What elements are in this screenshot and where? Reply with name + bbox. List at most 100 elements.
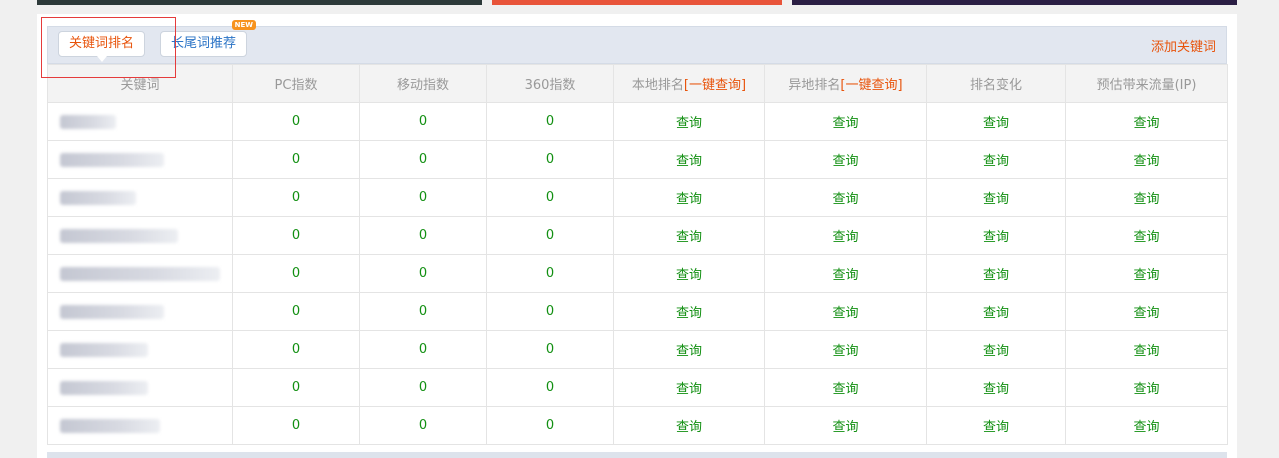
table-row: 0 0 0 查询 查询 查询 查询	[47, 406, 1228, 445]
pc-index-cell: 0	[232, 178, 360, 217]
360-index-cell: 0	[486, 330, 614, 369]
360-index-cell: 0	[486, 178, 614, 217]
banner-ad-middle[interactable]	[492, 0, 782, 5]
pc-index-cell: 0	[232, 292, 360, 331]
blurred-keyword	[60, 266, 220, 281]
header-rank-change: 排名变化	[926, 64, 1066, 103]
local-rank-query-link[interactable]: 查询	[613, 140, 765, 179]
rank-change-query-link[interactable]: 查询	[926, 216, 1066, 255]
traffic-query-link[interactable]: 查询	[1065, 368, 1228, 407]
remote-rank-query-all-link[interactable]: [一键查询]	[840, 78, 902, 93]
360-index-cell: 0	[486, 406, 614, 445]
table-row: 0 0 0 查询 查询 查询 查询	[47, 140, 1228, 179]
remote-rank-query-link[interactable]: 查询	[764, 292, 927, 331]
mobile-index-cell: 0	[359, 406, 487, 445]
tab-keyword-ranking[interactable]: 关键词排名	[58, 31, 146, 62]
remote-rank-query-link[interactable]: 查询	[764, 330, 927, 369]
keyword-ranking-panel: 关键词排名 长尾词推荐 NEW 添加关键词 关键词 PC指数 移动指数 360指…	[37, 14, 1237, 458]
traffic-query-link[interactable]: 查询	[1065, 140, 1228, 179]
local-rank-query-link[interactable]: 查询	[613, 216, 765, 255]
table-row: 0 0 0 查询 查询 查询 查询	[47, 368, 1228, 407]
traffic-query-link[interactable]: 查询	[1065, 406, 1228, 445]
traffic-query-link[interactable]: 查询	[1065, 178, 1228, 217]
keyword-cell	[47, 254, 233, 293]
local-rank-query-link[interactable]: 查询	[613, 292, 765, 331]
header-keyword: 关键词	[47, 64, 233, 103]
mobile-index-cell: 0	[359, 216, 487, 255]
header-remote-rank: 异地排名[一键查询]	[764, 64, 927, 103]
traffic-query-link[interactable]: 查询	[1065, 216, 1228, 255]
rank-change-query-link[interactable]: 查询	[926, 292, 1066, 331]
tab-longtail-recommend-label: 长尾词推荐	[171, 36, 237, 51]
traffic-query-link[interactable]: 查询	[1065, 102, 1228, 141]
rank-change-query-link[interactable]: 查询	[926, 368, 1066, 407]
local-rank-query-link[interactable]: 查询	[613, 368, 765, 407]
360-index-cell: 0	[486, 216, 614, 255]
local-rank-query-link[interactable]: 查询	[613, 178, 765, 217]
rank-change-query-link[interactable]: 查询	[926, 330, 1066, 369]
mobile-index-cell: 0	[359, 330, 487, 369]
keyword-cell	[47, 216, 233, 255]
blurred-keyword	[60, 380, 148, 395]
tab-longtail-recommend[interactable]: 长尾词推荐 NEW	[160, 20, 257, 57]
keyword-cell	[47, 368, 233, 407]
local-rank-query-link[interactable]: 查询	[613, 254, 765, 293]
table-row: 0 0 0 查询 查询 查询 查询	[47, 292, 1228, 331]
table-row: 0 0 0 查询 查询 查询 查询	[47, 178, 1228, 217]
360-index-cell: 0	[486, 102, 614, 141]
table-row: 0 0 0 查询 查询 查询 查询	[47, 102, 1228, 141]
remote-rank-query-link[interactable]: 查询	[764, 140, 927, 179]
blurred-keyword	[60, 418, 160, 433]
header-pc-index: PC指数	[232, 64, 360, 103]
banner-ad-right[interactable]	[792, 0, 1237, 5]
add-keyword-link[interactable]: 添加关键词	[1151, 36, 1216, 55]
mobile-index-cell: 0	[359, 292, 487, 331]
rank-change-query-link[interactable]: 查询	[926, 178, 1066, 217]
remote-rank-query-link[interactable]: 查询	[764, 368, 927, 407]
blurred-keyword	[60, 228, 178, 243]
pc-index-cell: 0	[232, 216, 360, 255]
local-rank-query-link[interactable]: 查询	[613, 406, 765, 445]
mobile-index-cell: 0	[359, 368, 487, 407]
remote-rank-query-link[interactable]: 查询	[764, 102, 927, 141]
pc-index-cell: 0	[232, 330, 360, 369]
keyword-cell	[47, 140, 233, 179]
rank-change-query-link[interactable]: 查询	[926, 254, 1066, 293]
blurred-keyword	[60, 114, 116, 129]
traffic-query-link[interactable]: 查询	[1065, 292, 1228, 331]
header-mobile-index: 移动指数	[359, 64, 487, 103]
keyword-table: 关键词 PC指数 移动指数 360指数 本地排名[一键查询] 异地排名[一键查询…	[47, 64, 1228, 445]
360-index-cell: 0	[486, 292, 614, 331]
remote-rank-query-link[interactable]: 查询	[764, 216, 927, 255]
table-header-row: 关键词 PC指数 移动指数 360指数 本地排名[一键查询] 异地排名[一键查询…	[47, 64, 1228, 103]
next-panel-edge	[47, 452, 1227, 458]
remote-rank-query-link[interactable]: 查询	[764, 254, 927, 293]
rank-change-query-link[interactable]: 查询	[926, 140, 1066, 179]
traffic-query-link[interactable]: 查询	[1065, 254, 1228, 293]
local-rank-query-all-link[interactable]: [一键查询]	[684, 78, 746, 93]
pc-index-cell: 0	[232, 368, 360, 407]
keyword-cell	[47, 406, 233, 445]
local-rank-query-link[interactable]: 查询	[613, 102, 765, 141]
keyword-cell	[47, 178, 233, 217]
top-banner-strip	[0, 0, 1279, 14]
remote-rank-query-link[interactable]: 查询	[764, 406, 927, 445]
traffic-query-link[interactable]: 查询	[1065, 330, 1228, 369]
keyword-cell	[47, 102, 233, 141]
rank-change-query-link[interactable]: 查询	[926, 406, 1066, 445]
blurred-keyword	[60, 190, 136, 205]
360-index-cell: 0	[486, 140, 614, 179]
banner-ad-left[interactable]	[37, 0, 482, 5]
pc-index-cell: 0	[232, 254, 360, 293]
360-index-cell: 0	[486, 368, 614, 407]
pc-index-cell: 0	[232, 406, 360, 445]
table-row: 0 0 0 查询 查询 查询 查询	[47, 254, 1228, 293]
local-rank-query-link[interactable]: 查询	[613, 330, 765, 369]
keyword-cell	[47, 330, 233, 369]
remote-rank-query-link[interactable]: 查询	[764, 178, 927, 217]
rank-change-query-link[interactable]: 查询	[926, 102, 1066, 141]
header-local-rank: 本地排名[一键查询]	[613, 64, 765, 103]
tab-bar: 关键词排名 长尾词推荐 NEW 添加关键词	[47, 20, 1227, 64]
new-badge: NEW	[231, 20, 257, 30]
360-index-cell: 0	[486, 254, 614, 293]
